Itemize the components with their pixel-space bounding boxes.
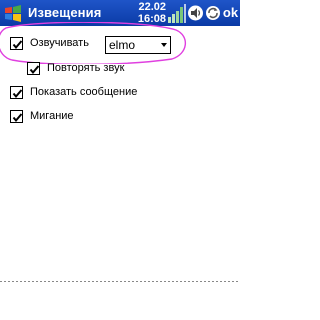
repeat-label: Повторять звук	[47, 62, 125, 74]
voice-label: Озвучивать	[30, 37, 89, 49]
voice-checkbox[interactable]	[10, 37, 23, 50]
sound-select-value: elmo	[109, 38, 136, 52]
show-message-checkbox[interactable]	[10, 86, 23, 99]
chevron-down-icon	[161, 43, 167, 47]
divider	[0, 281, 240, 282]
blink-label: Мигание	[30, 110, 74, 122]
window-title: Извещения	[28, 5, 102, 20]
sync-icon[interactable]	[205, 4, 221, 22]
ok-button[interactable]: ok	[222, 4, 239, 22]
sound-select[interactable]: elmo	[105, 36, 171, 54]
checkmark-icon	[12, 40, 23, 50]
show-message-label: Показать сообщение	[30, 86, 138, 98]
windows-start-icon[interactable]	[2, 2, 24, 24]
speaker-icon[interactable]	[187, 4, 204, 22]
show-message-row: Показать сообщение	[10, 85, 160, 103]
date-text: 22.02	[138, 1, 166, 13]
signal-icon[interactable]	[167, 3, 186, 24]
checkmark-icon	[29, 65, 40, 75]
blink-row: Мигание	[10, 109, 110, 127]
repeat-row: Повторять звук	[27, 61, 147, 79]
repeat-checkbox[interactable]	[27, 62, 40, 75]
checkmark-icon	[12, 89, 23, 99]
checkmark-icon	[12, 113, 23, 123]
voice-row: Озвучивать	[10, 36, 105, 54]
blink-checkbox[interactable]	[10, 110, 23, 123]
